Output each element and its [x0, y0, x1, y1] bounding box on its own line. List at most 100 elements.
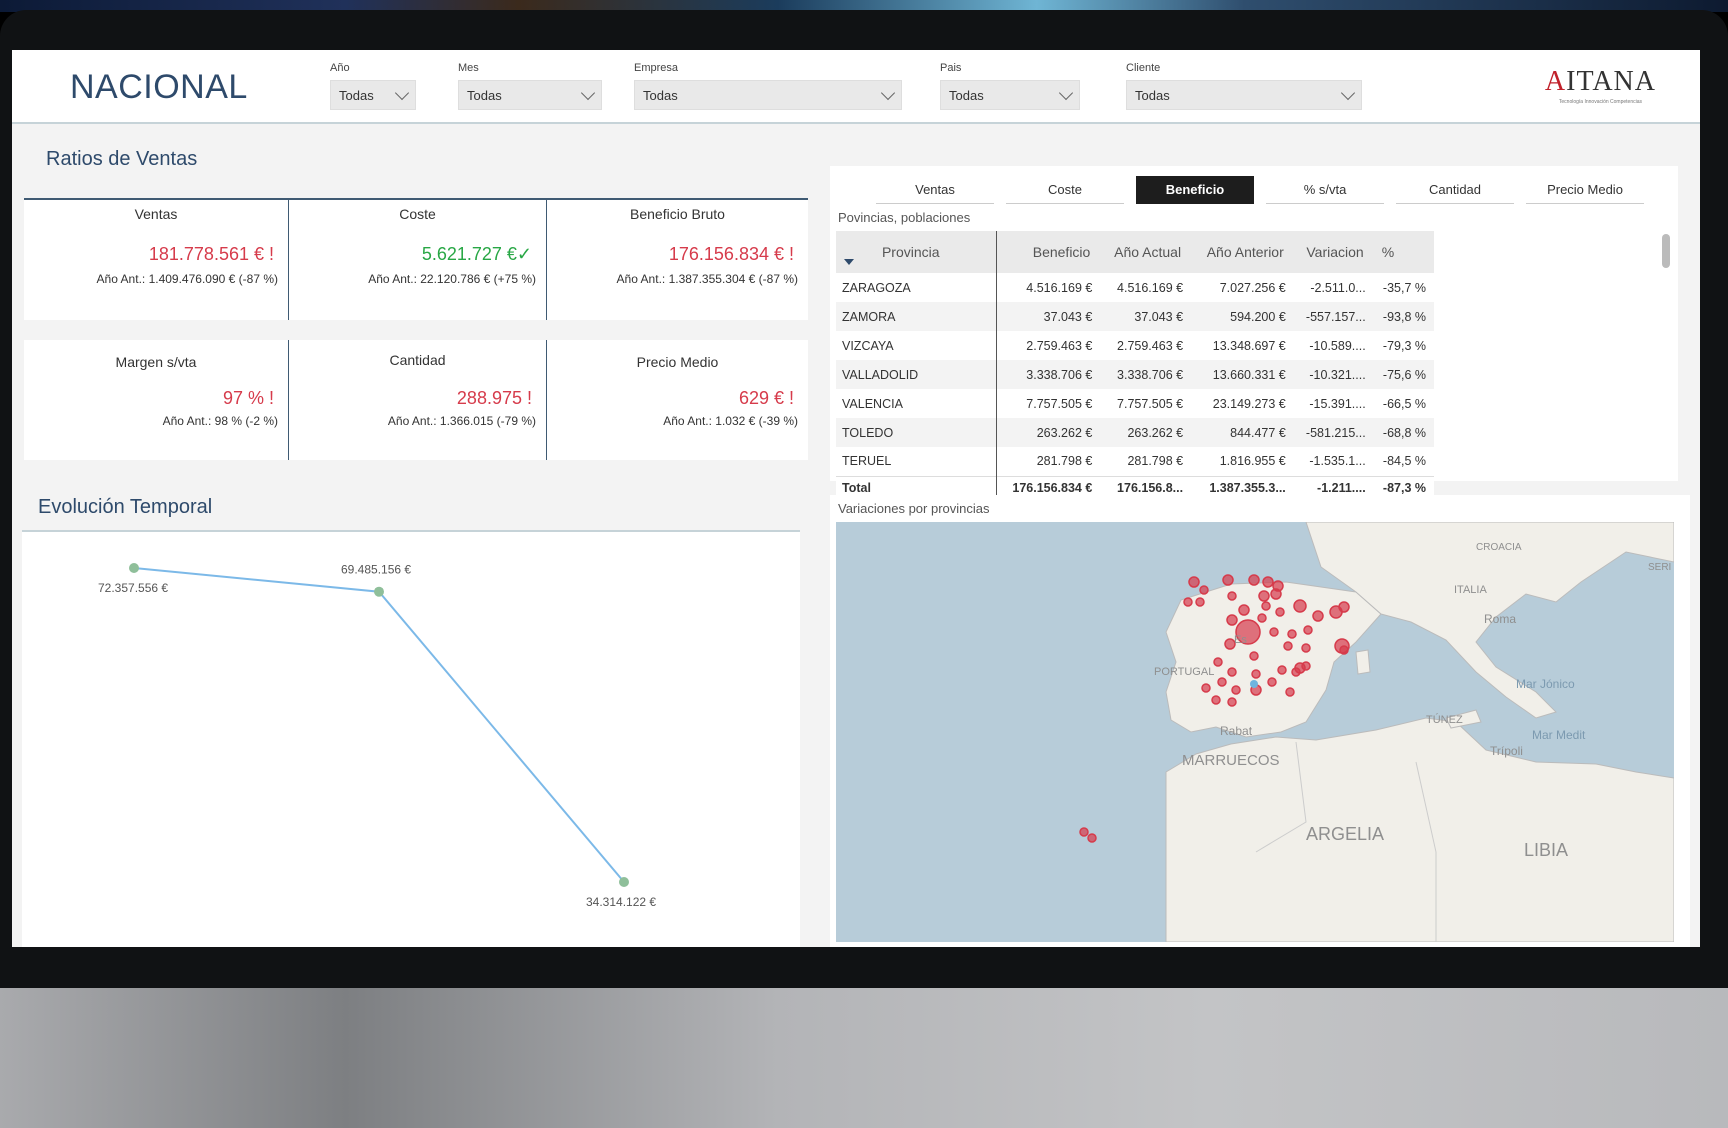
province-bubble[interactable] — [1248, 574, 1260, 586]
data-point[interactable] — [129, 563, 139, 573]
province-bubble[interactable] — [1201, 683, 1211, 693]
tab-precio-medio[interactable]: Precio Medio — [1526, 176, 1644, 204]
province-bubble[interactable] — [1188, 576, 1200, 588]
filter-company[interactable]: Empresa Todas — [634, 62, 902, 110]
tab-ventas[interactable]: Ventas — [876, 176, 994, 204]
logo-text: AITANA — [1545, 66, 1656, 98]
province-bubble[interactable] — [1251, 669, 1261, 679]
filter-year-dropdown[interactable]: Todas — [330, 80, 416, 110]
kpi-title: Margen s/vta — [115, 354, 197, 370]
province-bubble[interactable] — [1277, 665, 1287, 675]
table-row[interactable]: VALENCIA 7.757.505 € 7.757.505 € 23.149.273… — [836, 389, 1434, 418]
table-row[interactable]: VIZCAYA 2.759.463 € 2.759.463 € 13.348.697 … — [836, 331, 1434, 360]
tab-porcentaje-svta[interactable]: % s/vta — [1266, 176, 1384, 204]
cell-provincia: VALLADOLID — [836, 360, 997, 389]
province-bubble[interactable] — [1238, 604, 1250, 616]
filter-client[interactable]: Cliente Todas — [1126, 62, 1362, 110]
filter-year[interactable]: Año Todas — [330, 62, 416, 110]
table-row[interactable]: TOLEDO 263.262 €263.262 €844.477 € -581.21… — [836, 418, 1434, 447]
column-header-ano-anterior[interactable]: Año Anterior — [1191, 231, 1294, 273]
kpi-previous: Año Ant.: 1.032 € (-39 %) — [663, 414, 798, 428]
filter-client-dropdown[interactable]: Todas — [1126, 80, 1362, 110]
table-cell: -2.511.0... — [1310, 280, 1366, 295]
table-row[interactable]: ZAMORA 37.043 €37.043 €594.200 € -557.157.… — [836, 302, 1434, 331]
data-label: 72.357.556 € — [98, 581, 168, 595]
table-row[interactable]: TERUEL 281.798 € 281.798 € 1.816.955 € -1.53… — [836, 447, 1434, 476]
province-map[interactable]: CROACIA SERI ITALIA Roma PORTUGAL Mar Jó… — [836, 522, 1674, 942]
province-bubble[interactable] — [1226, 614, 1238, 626]
map-label: ITALIA — [1454, 584, 1487, 596]
province-bubble[interactable] — [1227, 667, 1237, 677]
province-bubble[interactable] — [1222, 574, 1234, 586]
table-row[interactable]: ZARAGOZA 4.516.169 € 4.516.169 € 7.027.256 … — [836, 273, 1434, 302]
filter-country-dropdown[interactable]: Todas — [940, 80, 1080, 110]
province-bubble[interactable] — [1339, 645, 1349, 655]
province-bubble[interactable] — [1258, 590, 1270, 602]
table-cell: -79,3 % — [1382, 338, 1426, 353]
provinces-table: Provincia Beneficio Año Actual Año Anter… — [836, 231, 1434, 500]
map-label: Roma — [1484, 612, 1517, 626]
province-bubble[interactable] — [1283, 641, 1293, 651]
province-bubble[interactable] — [1087, 833, 1097, 843]
province-bubble[interactable] — [1301, 661, 1311, 671]
table-cell: 7.027.256 € — [1219, 280, 1286, 295]
column-header-ano-actual[interactable]: Año Actual — [1100, 231, 1192, 273]
province-bubble[interactable] — [1249, 651, 1259, 661]
province-bubble[interactable] — [1211, 695, 1221, 705]
table-scrollbar[interactable] — [1662, 234, 1670, 268]
map-label: CROACIA — [1476, 542, 1522, 553]
tab-beneficio[interactable]: Beneficio — [1136, 176, 1254, 204]
province-bubble[interactable] — [1195, 597, 1205, 607]
province-bubble[interactable] — [1231, 685, 1241, 695]
table-row[interactable]: VALLADOLID 3.338.706 €3.338.706 €13.660.3… — [836, 360, 1434, 389]
province-bubble[interactable] — [1303, 625, 1313, 635]
kpi-cantidad: Cantidad 288.975 ! Año Ant.: 1.366.015 (… — [289, 340, 547, 460]
filter-company-dropdown[interactable]: Todas — [634, 80, 902, 110]
province-bubble[interactable] — [1227, 591, 1237, 601]
province-bubble[interactable] — [1287, 629, 1297, 639]
province-bubble[interactable] — [1293, 599, 1307, 613]
province-bubble[interactable] — [1275, 607, 1285, 617]
filter-month[interactable]: Mes Todas — [458, 62, 602, 110]
province-bubble[interactable] — [1291, 667, 1301, 677]
kpi-value: 288.975 ! — [456, 388, 532, 408]
province-bubble[interactable] — [1270, 588, 1282, 600]
province-bubble[interactable] — [1301, 643, 1311, 653]
province-bubble[interactable] — [1262, 576, 1274, 588]
province-bubble[interactable] — [1312, 610, 1324, 622]
province-bubble[interactable] — [1267, 677, 1277, 687]
chevron-down-icon — [394, 85, 410, 100]
map-label: Es — [1234, 634, 1247, 646]
province-bubble[interactable] — [1227, 697, 1237, 707]
column-header-beneficio[interactable]: Beneficio — [996, 231, 1101, 273]
column-header-provincia[interactable]: Provincia — [836, 231, 997, 273]
kpi-value: 181.778.561 € ! — [148, 244, 274, 264]
province-bubble[interactable] — [1183, 597, 1193, 607]
province-bubble[interactable] — [1199, 585, 1209, 595]
province-bubble[interactable] — [1257, 613, 1267, 623]
table-cell: 4.516.169 € — [1026, 280, 1093, 295]
province-bubble[interactable] — [1269, 627, 1279, 637]
kpi-previous: Año Ant.: 1.366.015 (-79 %) — [387, 414, 536, 428]
data-point[interactable] — [374, 586, 384, 597]
map-label: Trípoli — [1490, 744, 1523, 758]
province-bubble[interactable] — [1079, 827, 1089, 837]
province-bubble[interactable] — [1217, 677, 1227, 687]
filter-month-dropdown[interactable]: Todas — [458, 80, 602, 110]
sort-desc-icon[interactable] — [844, 259, 854, 265]
filter-country[interactable]: Pais Todas — [940, 62, 1080, 110]
province-bubble-positive[interactable] — [1250, 680, 1258, 688]
table-cell: -35,7 % — [1382, 280, 1426, 295]
column-header-label: Provincia — [881, 244, 940, 260]
column-header-variacion[interactable]: Variacion — [1293, 231, 1374, 273]
province-bubble[interactable] — [1338, 601, 1350, 613]
column-header-porcentaje[interactable]: % — [1373, 231, 1434, 273]
province-bubble[interactable] — [1285, 687, 1295, 697]
table-body: ZARAGOZA 4.516.169 € 4.516.169 € 7.027.256 … — [836, 273, 1434, 500]
tab-cantidad[interactable]: Cantidad — [1396, 176, 1514, 204]
data-point[interactable] — [619, 877, 629, 887]
province-bubble[interactable] — [1213, 657, 1223, 667]
monitor-photo: NACIONAL Año Todas Mes Todas Empresa Tod… — [0, 0, 1728, 1128]
tab-coste[interactable]: Coste — [1006, 176, 1124, 204]
province-bubble[interactable] — [1261, 601, 1271, 611]
